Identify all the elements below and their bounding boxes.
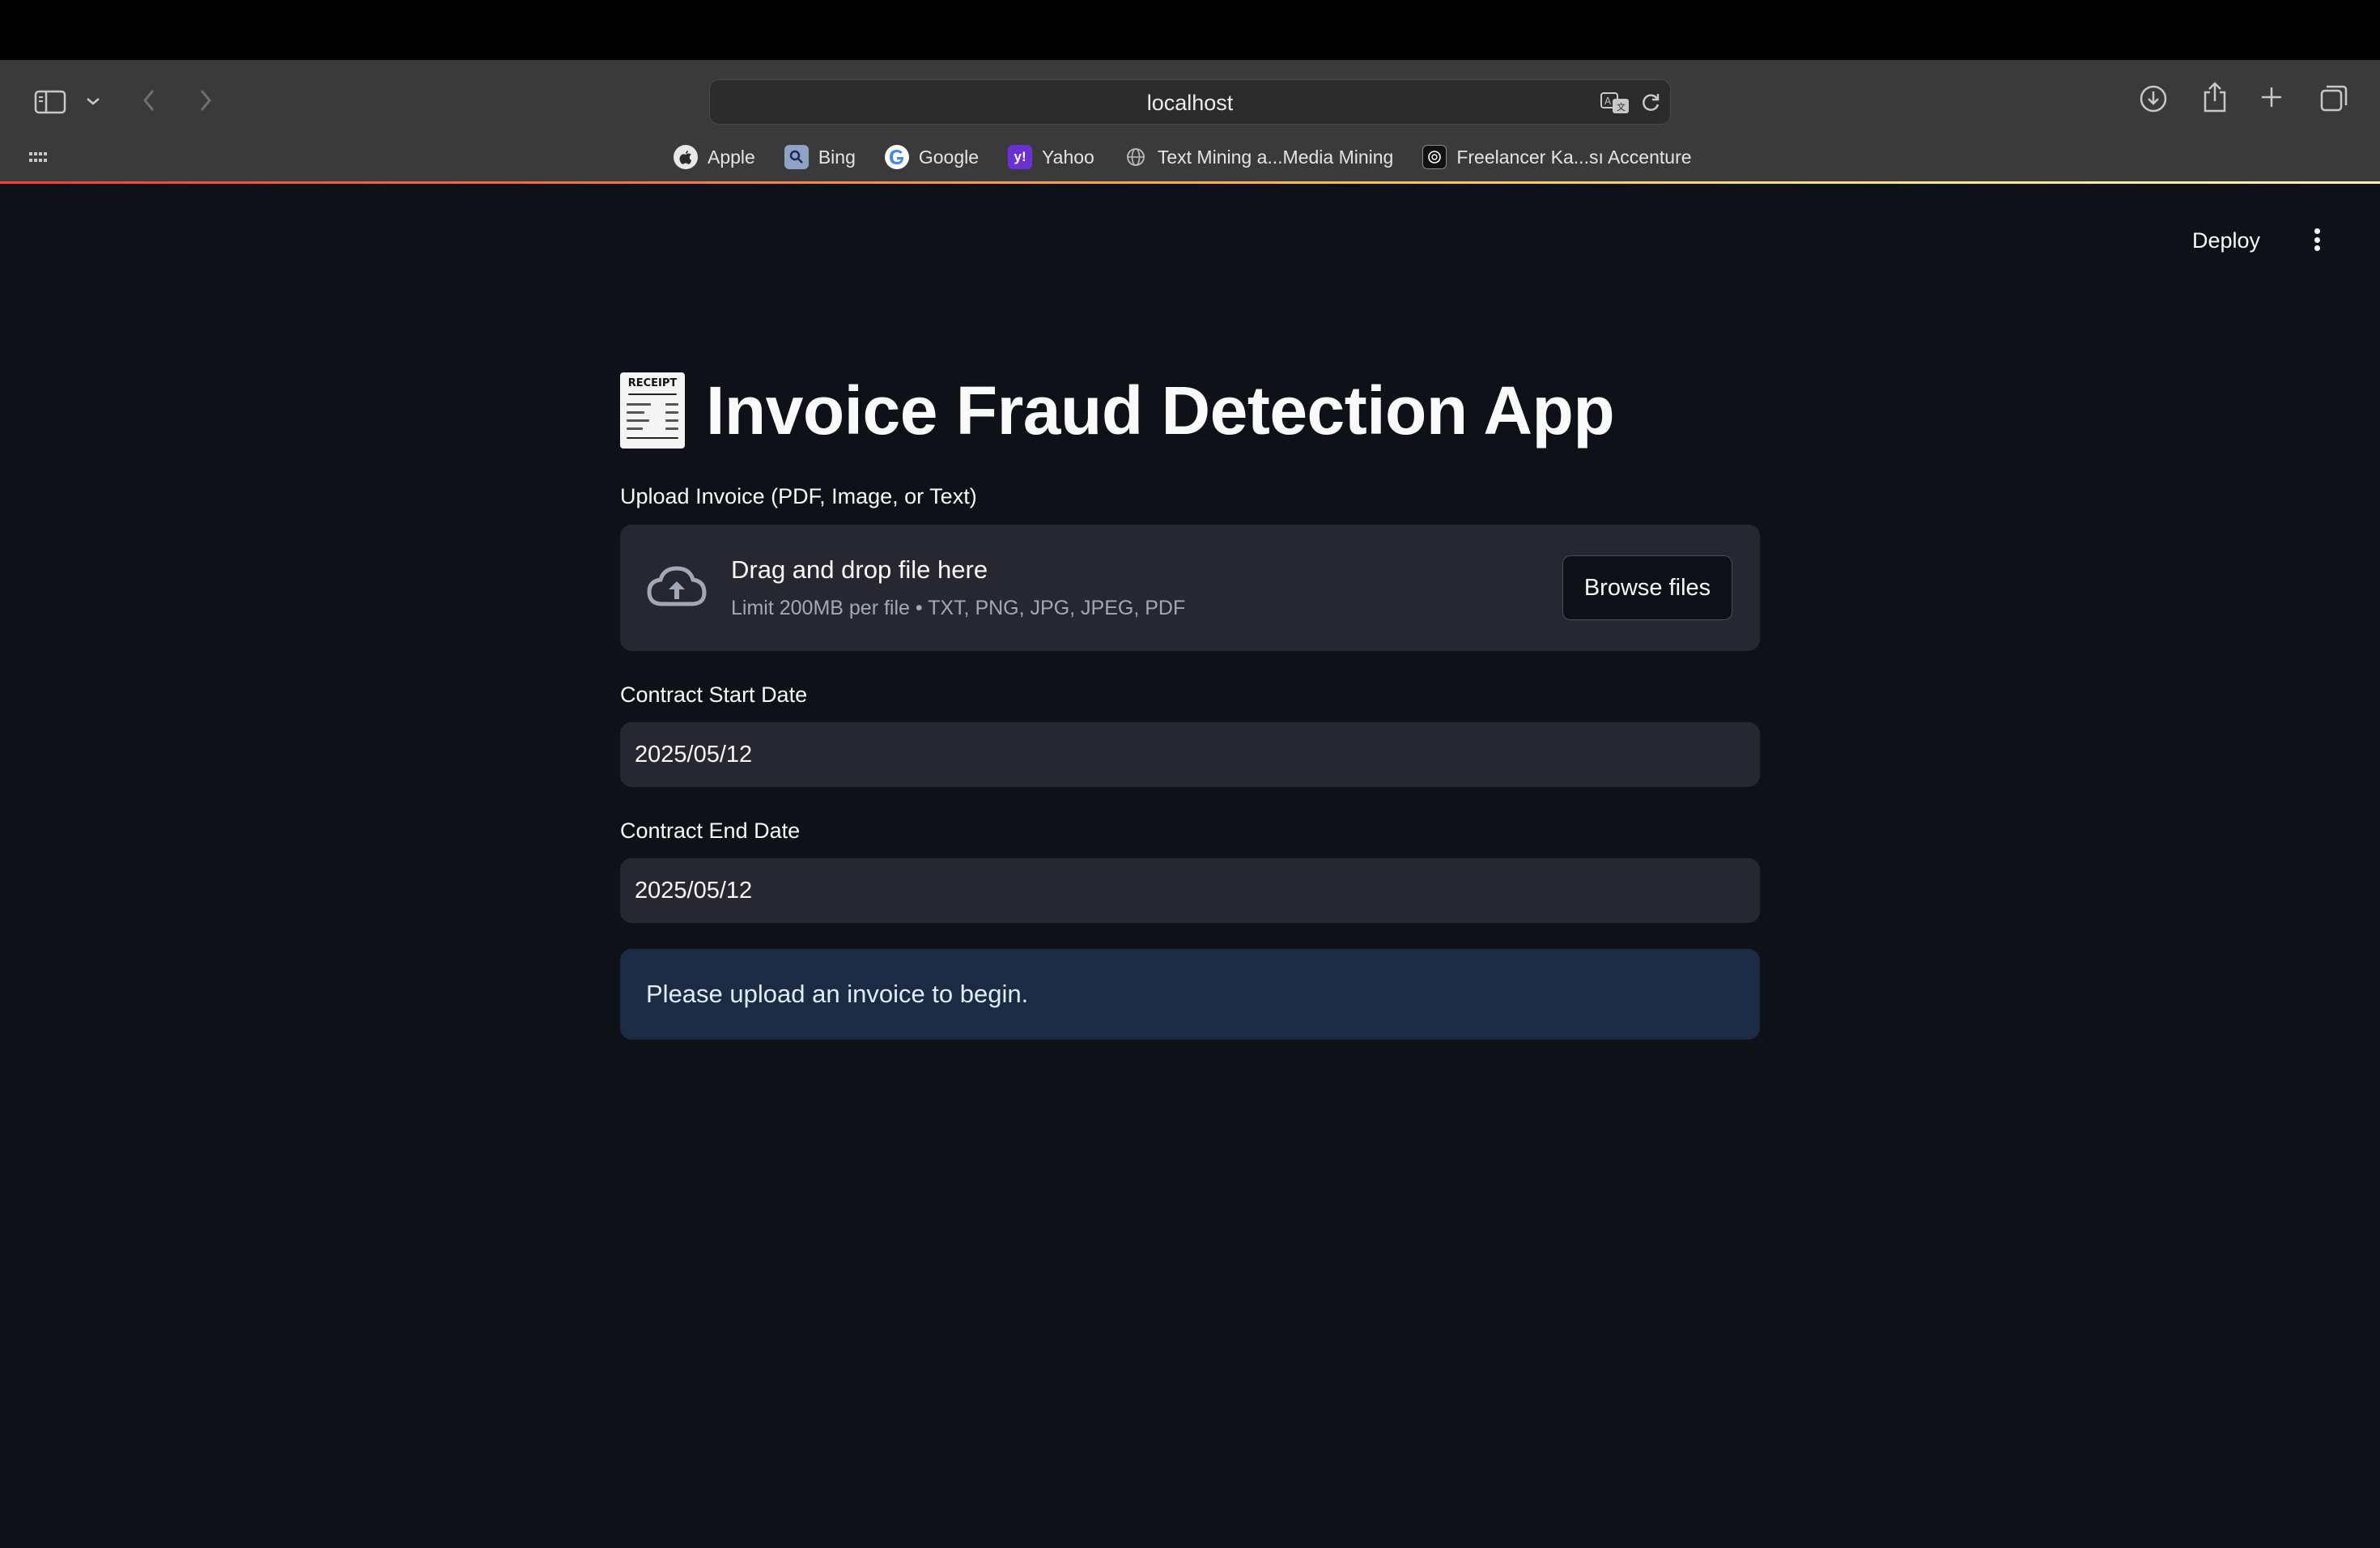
receipt-icon: RECEIPT (620, 372, 685, 449)
start-date-input[interactable]: 2025/05/12 (620, 722, 1760, 787)
svg-text:文: 文 (1617, 101, 1626, 113)
end-date-label: Contract End Date (620, 819, 801, 843)
apps-grid-icon[interactable] (26, 146, 50, 170)
bookmark-label: Freelancer Ka...sı Accenture (1456, 146, 1692, 168)
bookmark-apple[interactable]: Apple (674, 145, 755, 169)
new-tab-icon[interactable] (2255, 81, 2288, 113)
bookmark-yahoo[interactable]: y! Yahoo (1008, 145, 1094, 169)
sidebar-toggle-icon[interactable] (31, 83, 70, 121)
browse-files-button[interactable]: Browse files (1562, 555, 1732, 620)
apple-icon (674, 145, 698, 169)
back-icon[interactable] (134, 84, 164, 117)
bookmark-label: Apple (708, 146, 755, 168)
cloud-upload-icon (644, 562, 709, 614)
upload-label: Upload Invoice (PDF, Image, or Text) (620, 484, 977, 508)
page-title: Invoice Fraud Detection App (706, 372, 1615, 449)
url-text: localhost (1146, 90, 1234, 115)
forward-icon[interactable] (191, 84, 220, 117)
bookmark-bing[interactable]: Bing (784, 145, 856, 169)
start-date-label: Contract Start Date (620, 683, 808, 707)
svg-text:A: A (1604, 96, 1612, 107)
drag-drop-text: Drag and drop file here (731, 555, 988, 584)
address-bar[interactable]: localhost A文 (709, 79, 1671, 125)
macos-menu-bar (0, 0, 2380, 60)
bookmark-label: Bing (818, 146, 856, 168)
page-load-progress-bar (0, 181, 2380, 184)
browser-toolbar: localhost A文 Apple Bing Google y! Yahoo … (0, 60, 2380, 183)
bookmark-freelancer[interactable]: Freelancer Ka...sı Accenture (1422, 145, 1692, 169)
globe-icon (1124, 145, 1148, 169)
bookmark-label: Google (918, 146, 980, 168)
chevron-down-icon[interactable] (81, 89, 105, 113)
bookmark-label: Yahoo (1042, 146, 1094, 168)
bookmarks-bar: Apple Bing Google y! Yahoo Text Mining a… (674, 141, 1692, 173)
page-title-row: RECEIPT Invoice Fraud Detection App (620, 366, 1615, 455)
share-icon[interactable] (2197, 78, 2233, 117)
info-alert: Please upload an invoice to begin. (620, 949, 1760, 1040)
deploy-button[interactable]: Deploy (2186, 219, 2267, 262)
bookmark-google[interactable]: Google (884, 145, 980, 169)
translate-icon[interactable]: A文 (1599, 88, 1631, 117)
bookmark-text-mining[interactable]: Text Mining a...Media Mining (1124, 145, 1393, 169)
file-uploader-dropzone[interactable]: Drag and drop file here Limit 200MB per … (620, 525, 1760, 651)
end-date-input[interactable]: 2025/05/12 (620, 858, 1760, 923)
bookmark-label: Text Mining a...Media Mining (1157, 146, 1394, 168)
openai-icon (1422, 145, 1447, 169)
bing-icon (784, 145, 809, 169)
tab-overview-icon[interactable] (2317, 81, 2351, 115)
downloads-icon[interactable] (2136, 81, 2171, 117)
google-icon (884, 145, 909, 169)
yahoo-icon: y! (1008, 145, 1033, 169)
reload-icon[interactable] (1638, 90, 1664, 116)
file-limit-text: Limit 200MB per file • TXT, PNG, JPG, JP… (731, 597, 1186, 619)
more-vertical-icon[interactable] (2307, 223, 2327, 256)
